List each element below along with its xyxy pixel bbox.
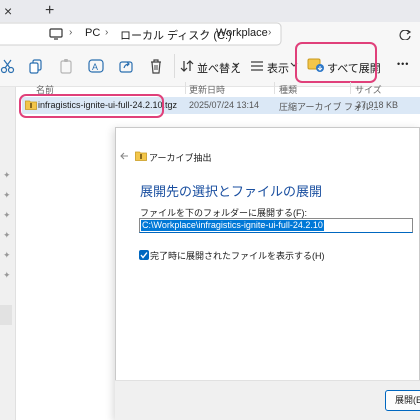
column-divider	[350, 82, 351, 94]
column-divider	[274, 82, 275, 94]
destination-path-value[interactable]: C:\Workplace\infragistics-ignite-ui-full…	[141, 220, 324, 231]
monitor-icon	[49, 28, 63, 40]
breadcrumb-separator: ›	[69, 27, 73, 38]
paste-icon[interactable]	[58, 58, 74, 74]
zip-folder-icon	[135, 150, 147, 161]
column-divider	[185, 82, 186, 94]
column-header-type[interactable]: 種類	[279, 83, 297, 96]
extract-dialog	[115, 127, 420, 420]
tab-strip	[0, 0, 420, 22]
delete-icon[interactable]	[148, 58, 164, 74]
show-files-checkbox[interactable]	[139, 250, 149, 260]
file-highlight	[19, 94, 164, 118]
breadcrumb-separator: ›	[268, 27, 272, 38]
extract-button[interactable]: 展開(E)	[385, 390, 420, 411]
new-tab-button[interactable]: +	[45, 2, 63, 20]
copy-icon[interactable]	[28, 58, 44, 74]
breadcrumb-item-workplace[interactable]: Workplace	[216, 27, 268, 39]
show-files-label[interactable]: 完了時に展開されたファイルを表示する(H)	[150, 249, 325, 262]
dialog-heading: 展開先の選択とファイルの展開	[140, 184, 323, 199]
pin-icon: ✦	[3, 270, 11, 280]
column-header-size[interactable]: サイズ	[355, 83, 382, 96]
file-date: 2025/07/24 13:14	[189, 100, 260, 110]
refresh-icon[interactable]	[398, 30, 412, 40]
toolbar-divider	[174, 54, 175, 78]
file-size: 37,918 KB	[356, 100, 399, 110]
extract-all-highlight	[295, 42, 377, 83]
dialog-footer	[115, 380, 420, 420]
nav-item-selected[interactable]	[0, 305, 12, 325]
more-options-button[interactable]: •••	[397, 59, 409, 69]
breadcrumb-item-local-disk[interactable]: ローカル ディスク (C:)	[120, 27, 232, 43]
pin-icon: ✦	[3, 190, 11, 200]
dialog-title: アーカイブ抽出	[149, 153, 212, 163]
chevron-down-icon	[232, 62, 240, 68]
cut-icon[interactable]	[0, 58, 16, 74]
back-arrow-icon[interactable]	[119, 151, 129, 161]
rename-icon[interactable]: A	[88, 58, 104, 74]
column-header-date[interactable]: 更新日時	[189, 83, 225, 96]
view-icon	[250, 59, 264, 73]
svg-text:A: A	[92, 62, 98, 72]
pin-icon: ✦	[3, 230, 11, 240]
tab-close-button[interactable]: ×	[4, 3, 20, 19]
share-icon[interactable]	[118, 58, 134, 74]
breadcrumb-separator: ›	[202, 27, 206, 38]
pin-icon: ✦	[3, 210, 11, 220]
breadcrumb-separator: ›	[105, 27, 109, 38]
breadcrumb-item-pc[interactable]: PC	[85, 27, 100, 39]
pin-icon: ✦	[3, 170, 11, 180]
view-button[interactable]: 表示	[267, 60, 289, 76]
sort-icon	[180, 59, 194, 73]
pin-icon: ✦	[3, 250, 11, 260]
